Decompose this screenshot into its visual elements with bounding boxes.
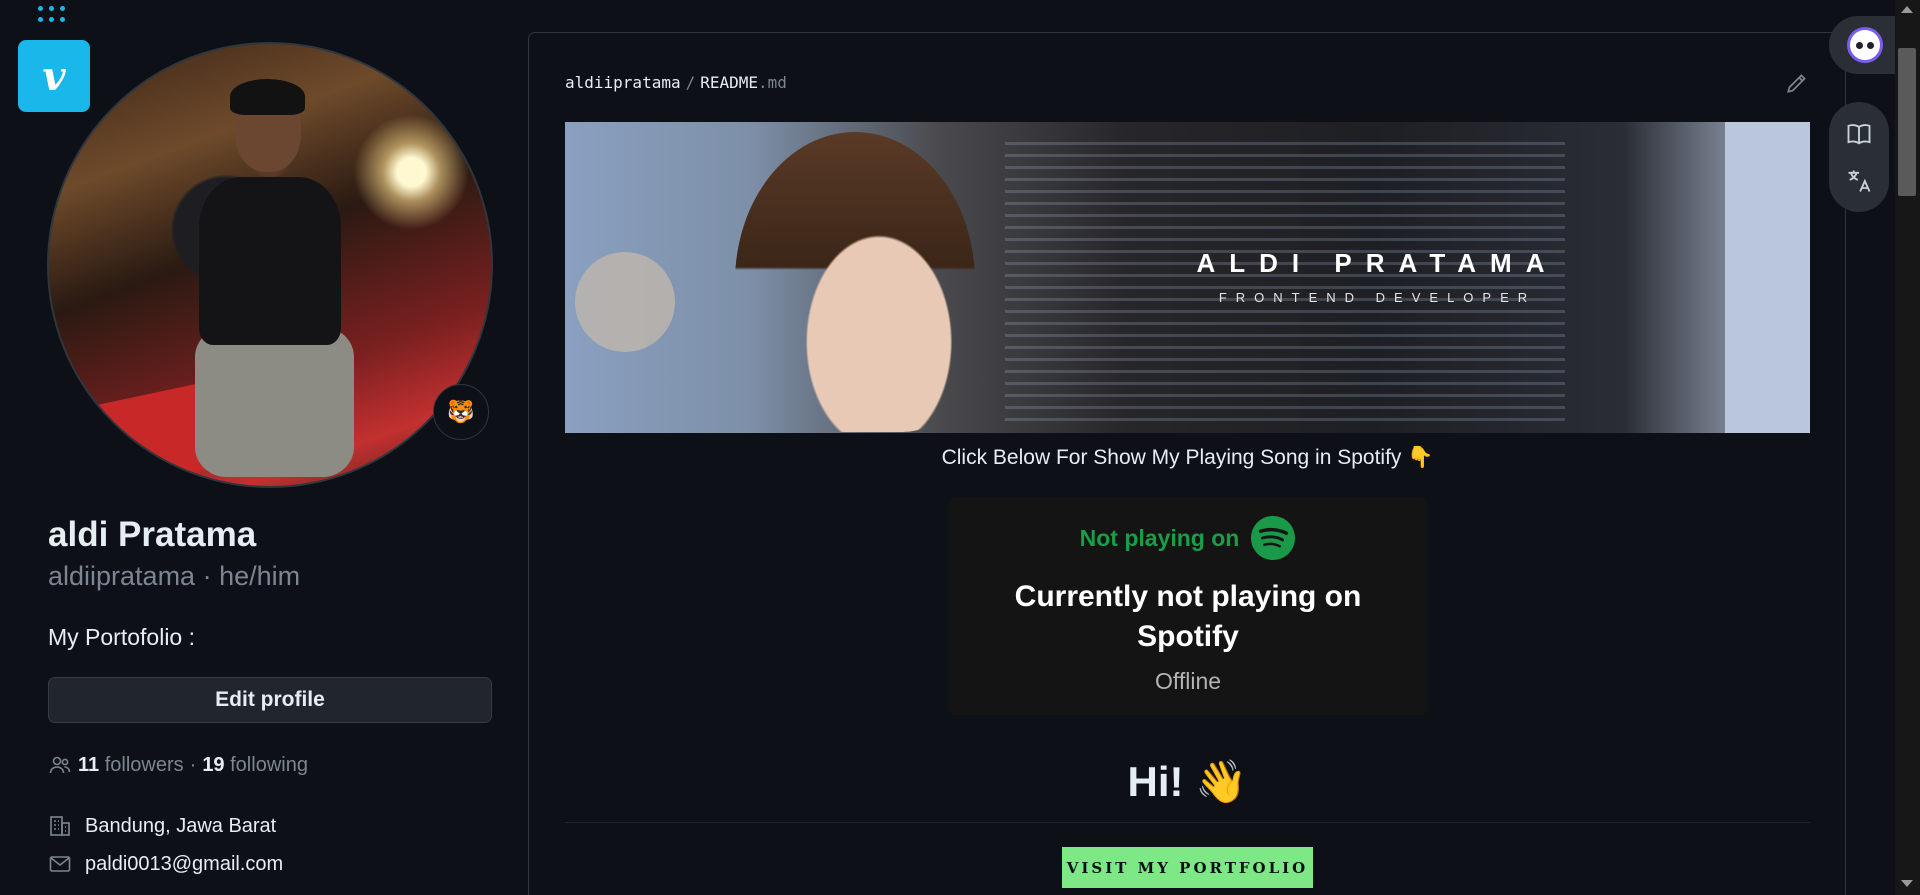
spotify-caption: Click Below For Show My Playing Song in … <box>941 446 1434 469</box>
followers-label: followers <box>104 753 184 776</box>
vimeo-icon[interactable]: v <box>18 40 90 112</box>
spotify-now-playing-card[interactable]: Not playing on Currently not playing on … <box>949 497 1427 715</box>
scroll-down-icon[interactable] <box>1901 880 1913 887</box>
avatar-figure-legs <box>194 326 354 478</box>
building-icon <box>50 816 70 836</box>
avatar-figure-shirt <box>199 176 341 345</box>
people-icon <box>49 756 71 774</box>
breadcrumb-separator: / <box>685 73 696 92</box>
banner-title: ALDI PRATAMA <box>1196 248 1559 278</box>
location-text: Bandung, Jawa Barat <box>85 814 277 837</box>
edit-profile-button[interactable]: Edit profile <box>48 677 492 723</box>
spotify-status-row: Not playing on <box>949 515 1427 561</box>
vimeo-letter: v <box>42 52 66 100</box>
spotify-icon <box>1251 515 1296 561</box>
avatar[interactable] <box>47 42 493 488</box>
readme-owner-link[interactable]: aldiipratama <box>565 73 681 92</box>
avatar-figure-hair <box>230 79 306 115</box>
readme-file-ext[interactable]: .md <box>758 73 787 92</box>
readme-banner-image: ALDI PRATAMA FRONTEND DEVELOPER <box>565 122 1810 433</box>
status-emoji: 🐯 <box>447 399 475 424</box>
pencil-icon[interactable] <box>1784 70 1810 96</box>
profile-name: aldi Pratama <box>48 515 257 554</box>
follow-separator: · <box>189 753 197 776</box>
greeting-heading: Hi! 👋 <box>1127 758 1248 805</box>
profile-login: aldiipratama · he/him <box>48 561 301 591</box>
followers-count: 11 <box>78 753 100 776</box>
profile-location: Bandung, Jawa Barat <box>48 814 276 838</box>
readme-file-base[interactable]: README <box>700 73 758 92</box>
followers-link[interactable]: 11 followers <box>78 754 184 777</box>
heading-divider <box>565 822 1810 823</box>
visit-portfolio-button[interactable]: VISIT MY PORTFOLIO <box>1062 847 1313 888</box>
bot-face-icon <box>1847 27 1883 63</box>
floating-tool-panel <box>1829 102 1889 212</box>
following-count: 19 <box>202 753 225 776</box>
app-launcher-icon[interactable] <box>38 6 72 26</box>
status-emoji-button[interactable]: 🐯 <box>433 384 489 440</box>
scroll-up-icon[interactable] <box>1901 6 1913 13</box>
banner-subtitle: FRONTEND DEVELOPER <box>1218 290 1537 305</box>
following-label: following <box>230 753 308 776</box>
profile-email[interactable]: paldi0013@gmail.com <box>48 852 283 876</box>
banner-character <box>735 132 975 432</box>
email-link[interactable]: paldi0013@gmail.com <box>85 853 283 876</box>
translate-icon[interactable] <box>1845 167 1873 195</box>
readme-breadcrumb: aldiipratama / README.md <box>565 73 787 92</box>
book-icon[interactable] <box>1845 120 1873 148</box>
spotify-offline: Offline <box>1154 668 1222 694</box>
mail-icon <box>49 856 71 872</box>
follow-stats: 11 followers · 19 following <box>48 753 308 777</box>
banner-code-lines <box>1005 142 1565 422</box>
spotify-headline: Currently not playing on Spotify <box>1014 580 1362 653</box>
assistant-bot-button[interactable] <box>1829 16 1901 74</box>
spotify-status-text: Not playing on <box>1079 524 1240 551</box>
following-link[interactable]: 19 following <box>202 754 308 777</box>
scrollbar-thumb[interactable] <box>1898 48 1916 196</box>
profile-bio: My Portofolio : <box>48 624 195 650</box>
